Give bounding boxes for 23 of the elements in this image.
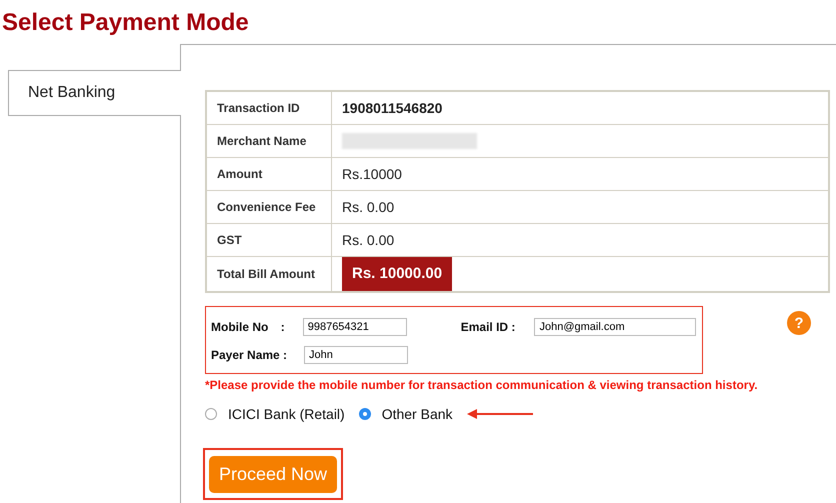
mobile-field[interactable]: 9987654321 bbox=[302, 318, 407, 336]
field-label: Mobile No bbox=[211, 320, 270, 334]
table-cell: GST bbox=[206, 224, 332, 256]
bank-radio[interactable]: Other Bank bbox=[358, 406, 453, 422]
amount-value: Rs.10000 bbox=[342, 166, 402, 182]
table-cell: Merchant Name bbox=[206, 124, 332, 158]
field-label: Payer Name : bbox=[211, 348, 288, 362]
notice-text: *Please provide the mobile number for transaction communication & viewing transaction history. bbox=[205, 378, 759, 392]
email-field[interactable]: John@gmail.com bbox=[534, 318, 696, 336]
arrow-icon bbox=[466, 409, 533, 419]
table-cell: Transaction ID bbox=[206, 91, 332, 124]
amount-value: Rs. 0.00 bbox=[342, 232, 394, 248]
transaction-id: 1908011546820 bbox=[342, 100, 442, 116]
tab[interactable]: Net Banking bbox=[8, 70, 181, 116]
amount-value: Rs. 0.00 bbox=[342, 199, 394, 215]
bank-radio[interactable]: ICICI Bank (Retail) bbox=[205, 406, 345, 422]
total-amount: Rs. 10000.00 bbox=[342, 257, 452, 291]
table-cell: Amount bbox=[206, 158, 332, 190]
name-field[interactable]: John bbox=[304, 346, 408, 364]
table-cell: Convenience Fee bbox=[206, 190, 332, 224]
field-label: Email ID : bbox=[460, 320, 516, 334]
page-title: Select Payment Mode bbox=[1, 8, 250, 38]
field-label: : bbox=[280, 320, 286, 334]
